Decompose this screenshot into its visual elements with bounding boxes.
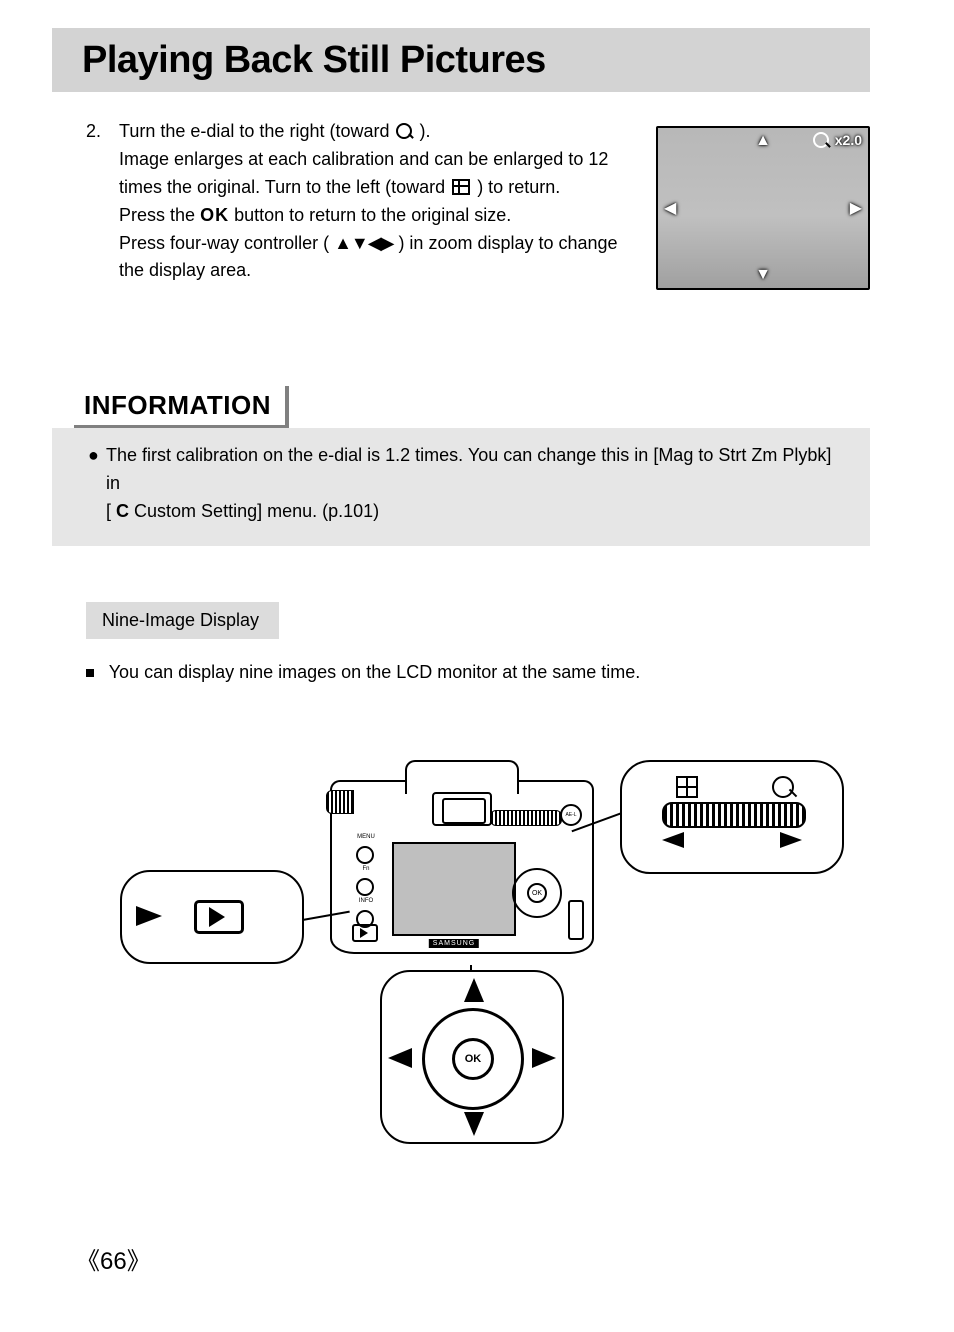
info-bullet: ● The first calibration on the e-dial is…: [88, 442, 846, 526]
step-text: Turn the e-dial to the right (toward ). …: [119, 118, 619, 285]
step-line1a: Turn the e-dial to the right (toward: [119, 121, 394, 141]
subtext: You can display nine images on the LCD m…: [109, 662, 641, 682]
magnify-icon: [772, 776, 794, 798]
info-line-b2: Custom Setting] menu. (p.101): [134, 501, 379, 521]
arrow-up-icon: [464, 978, 484, 1002]
step-number: 2.: [86, 118, 114, 146]
camera-grip: [326, 790, 354, 814]
arrow-down-icon: [464, 1112, 484, 1136]
info-line-a: The first calibration on the e-dial is 1…: [106, 445, 831, 493]
camera-diagram: MENU Fn INFO AE-L: [140, 740, 850, 1150]
fn-button-icon: [356, 878, 374, 896]
page-title-bar: Playing Back Still Pictures: [52, 28, 870, 92]
info-text: The first calibration on the e-dial is 1…: [106, 442, 846, 526]
sd-card-door-icon: [568, 900, 584, 940]
step-line3a: Press the: [119, 205, 200, 225]
page-title: Playing Back Still Pictures: [82, 39, 546, 82]
arrow-right-icon: [780, 832, 802, 848]
section-subheading: Nine-Image Display: [86, 602, 279, 639]
thumbnail-grid-icon: [452, 179, 470, 195]
zoom-value: x2.0: [835, 132, 862, 148]
four-way-arrows-icon: ▲▼◀▶: [334, 233, 393, 253]
ael-button-icon: AE-L: [560, 804, 582, 826]
playback-example-image: ▲ ▼ ◀ ▶ x2.0: [656, 126, 870, 290]
arrow-left-icon: [388, 1048, 412, 1068]
camera-lcd-screen: [392, 842, 516, 936]
information-box: ● The first calibration on the e-dial is…: [52, 428, 870, 546]
camera-back-illustration: MENU Fn INFO AE-L: [330, 780, 594, 954]
ok-pad-icon: [512, 868, 562, 918]
page-number: 66: [76, 1241, 151, 1276]
step-line2b: ) to return.: [477, 177, 560, 197]
play-button-large-icon: [194, 900, 244, 934]
instruction-step: 2. Turn the e-dial to the right (toward …: [86, 118, 626, 285]
arrow-right-icon: [532, 1048, 556, 1068]
manual-page: Playing Back Still Pictures 2. Turn the …: [0, 0, 954, 1332]
fn-label: Fn: [356, 866, 376, 872]
menu-button-icon: [356, 846, 374, 864]
menu-label: MENU: [356, 834, 376, 840]
section-subtext: You can display nine images on the LCD m…: [86, 662, 640, 683]
e-dial-callout: [620, 760, 844, 874]
nav-down-icon: ▼: [755, 266, 771, 284]
info-line-b1: [: [106, 501, 116, 521]
ok-button-label: OK: [200, 205, 229, 225]
camera-viewfinder: [432, 792, 492, 826]
e-dial-large-icon: [662, 802, 806, 828]
camera-prism-hump: [405, 760, 519, 794]
magnify-icon: [396, 123, 412, 139]
play-button-icon: [352, 924, 378, 942]
info-btn-label: INFO: [356, 898, 376, 904]
step-line1b: ).: [420, 121, 431, 141]
nav-right-icon: ▶: [850, 198, 862, 218]
nav-up-icon: ▲: [755, 132, 771, 150]
ok-button-large-icon: OK: [452, 1038, 494, 1080]
e-dial-icon: [490, 810, 562, 826]
four-way-controller-callout: OK: [380, 970, 564, 1144]
thumbnail-grid-icon: [676, 776, 698, 798]
arrow-right-icon: [136, 906, 162, 926]
camera-button-column: MENU Fn INFO: [356, 838, 376, 934]
nav-left-icon: ◀: [664, 198, 676, 218]
magnify-icon: [813, 132, 829, 148]
arrow-left-icon: [662, 832, 684, 848]
information-heading: INFORMATION: [74, 386, 289, 429]
step-line3b: button to return to the original size.: [234, 205, 511, 225]
square-bullet-icon: [86, 669, 94, 677]
dial-direction-arrows: [662, 832, 802, 848]
bullet-icon: ●: [88, 442, 106, 526]
custom-setting-c-icon: C: [116, 501, 129, 521]
step-line4a: Press four-way controller (: [119, 233, 329, 253]
play-button-callout: [120, 870, 304, 964]
zoom-level-label: x2.0: [811, 132, 862, 149]
